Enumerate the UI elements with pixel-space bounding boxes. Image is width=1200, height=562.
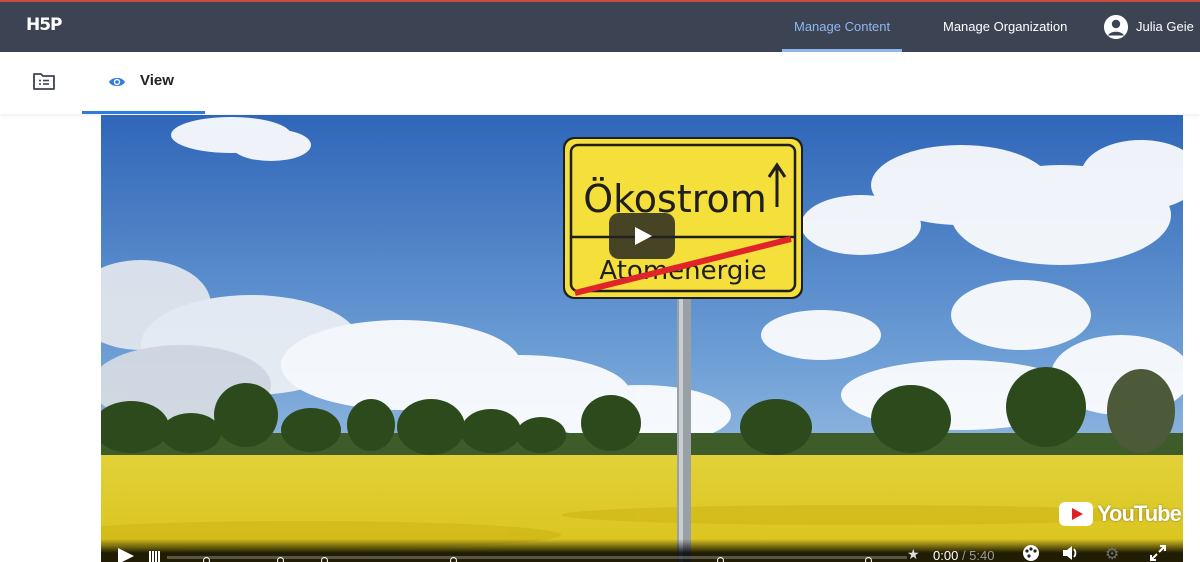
settings-icon[interactable]: ⚙ (1105, 544, 1119, 562)
video-frame: Ökostrom Atomenergie (101, 115, 1183, 562)
tab-view-label: View (140, 72, 174, 89)
video-timeline[interactable] (167, 556, 907, 562)
tab-view[interactable]: View (82, 52, 205, 114)
current-time: 0:00 (933, 548, 959, 562)
top-nav-bar: H5P Manage Content Manage Organization J… (0, 0, 1200, 52)
volume-icon[interactable] (1061, 544, 1081, 562)
youtube-icon (1059, 502, 1093, 526)
interaction-marker[interactable] (450, 557, 457, 562)
interaction-marker[interactable] (203, 557, 210, 562)
time-display: 0:00 / 5:40 (933, 548, 995, 562)
user-name[interactable]: Julia Geie (1136, 2, 1194, 52)
interaction-marker[interactable] (277, 557, 284, 562)
quality-icon[interactable] (1021, 544, 1041, 562)
folder-list-icon[interactable] (32, 71, 56, 96)
video-player[interactable]: Ökostrom Atomenergie YouTube ★ 0:00 / 5:… (101, 115, 1183, 562)
h5p-logo[interactable]: H5P (26, 15, 63, 35)
play-icon[interactable] (118, 548, 134, 562)
eye-icon (108, 75, 126, 94)
nav-manage-organization[interactable]: Manage Organization (943, 2, 1067, 52)
fullscreen-icon[interactable] (1149, 544, 1167, 562)
interaction-marker[interactable] (865, 557, 872, 562)
star-icon[interactable]: ★ (907, 546, 920, 562)
nav-manage-content[interactable]: Manage Content (781, 2, 903, 52)
youtube-logo[interactable]: YouTube (1059, 501, 1182, 527)
sign-top-text: Ökostrom (583, 177, 767, 221)
video-play-overlay-button[interactable] (609, 213, 675, 259)
video-controls: ★ 0:00 / 5:40 ⚙ (101, 539, 1183, 562)
bookmarks-icon[interactable] (149, 551, 160, 562)
user-avatar-icon[interactable] (1104, 15, 1128, 39)
youtube-wordmark: YouTube (1097, 501, 1182, 526)
total-time: 5:40 (969, 548, 995, 562)
interaction-marker[interactable] (717, 557, 724, 562)
content-toolbar: View (0, 52, 1200, 114)
interaction-marker[interactable] (321, 557, 328, 562)
